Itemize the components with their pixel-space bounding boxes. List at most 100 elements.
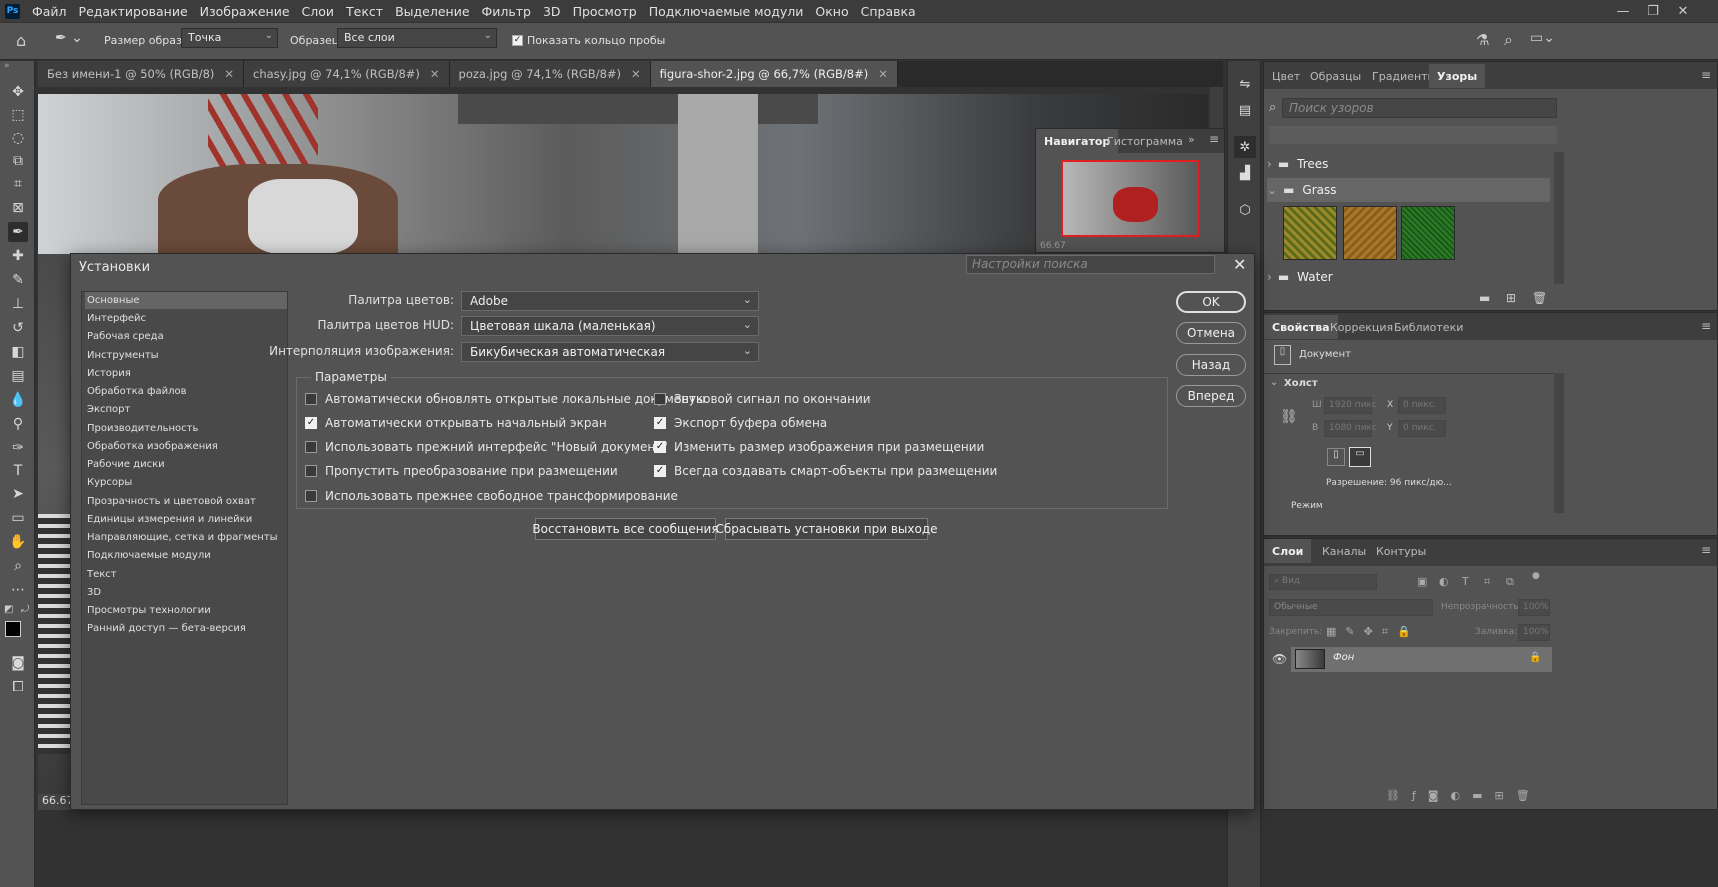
- object-selection-icon[interactable]: ⧉: [8, 151, 28, 171]
- tab-layers[interactable]: Слои: [1264, 539, 1312, 563]
- category-3d[interactable]: 3D: [85, 584, 287, 601]
- category-file-handling[interactable]: Обработка файлов: [85, 383, 287, 400]
- category-tools[interactable]: Инструменты: [85, 347, 287, 364]
- tab-libraries[interactable]: Библиотеки: [1386, 315, 1471, 339]
- history-panel-icon[interactable]: ⇋: [1234, 73, 1256, 95]
- next-button[interactable]: Вперед: [1176, 385, 1246, 407]
- comments-panel-icon[interactable]: ▤: [1234, 99, 1256, 121]
- move-tool-icon[interactable]: ✥: [8, 82, 28, 102]
- minimize-icon[interactable]: —: [1610, 0, 1636, 22]
- option-auto-update[interactable]: Автоматически обновлять открытые локальн…: [305, 392, 705, 406]
- cancel-button[interactable]: Отмена: [1176, 322, 1246, 344]
- menu-file[interactable]: Файл: [26, 4, 73, 19]
- filter-shape-icon[interactable]: ⌗: [1484, 575, 1490, 589]
- pattern-swatch-grass-3[interactable]: [1401, 206, 1455, 260]
- reset-messages-button[interactable]: Восстановить все сообщения: [532, 518, 719, 540]
- hand-tool-icon[interactable]: ✋: [8, 532, 28, 552]
- fill-input[interactable]: 100%: [1518, 624, 1550, 641]
- checkbox[interactable]: ✓: [654, 441, 666, 453]
- menu-3d[interactable]: 3D: [537, 4, 567, 19]
- lasso-tool-icon[interactable]: ◌: [8, 128, 28, 148]
- pattern-swatch-grass-1[interactable]: [1283, 206, 1337, 260]
- category-units[interactable]: Единицы измерения и линейки: [85, 511, 287, 528]
- category-performance[interactable]: Производительность: [85, 420, 287, 437]
- category-tech-previews[interactable]: Просмотры технологии: [85, 602, 287, 619]
- pattern-group-grass[interactable]: ⌄ ▬ Grass: [1267, 178, 1550, 202]
- category-cursors[interactable]: Курсоры: [85, 474, 287, 491]
- pattern-group-trees[interactable]: › ▬ Trees: [1267, 152, 1550, 176]
- checkbox[interactable]: [305, 490, 317, 502]
- trash-icon[interactable]: 🗑: [1532, 291, 1547, 305]
- tab-swatches[interactable]: Образцы: [1302, 64, 1369, 88]
- histogram-panel-icon[interactable]: ▟: [1234, 162, 1256, 184]
- type-tool-icon[interactable]: T: [8, 461, 28, 481]
- prev-button[interactable]: Назад: [1176, 354, 1246, 376]
- category-plugins[interactable]: Подключаемые модули: [85, 547, 287, 564]
- category-workspace[interactable]: Рабочая среда: [85, 328, 287, 345]
- collapse-icon[interactable]: »: [4, 61, 10, 71]
- width-input[interactable]: 1920 пикс: [1324, 397, 1377, 414]
- menu-plugins[interactable]: Подключаемые модули: [643, 4, 810, 19]
- brush-tool-icon[interactable]: ✎: [8, 270, 28, 290]
- tab-histogram[interactable]: Гистограмма: [1099, 129, 1191, 153]
- quick-mask-icon[interactable]: ◙: [8, 653, 28, 673]
- y-input[interactable]: 0 пикс.: [1398, 420, 1446, 437]
- checkbox[interactable]: [305, 465, 317, 477]
- tab-channels[interactable]: Каналы: [1314, 539, 1374, 563]
- portrait-icon[interactable]: ▯: [1327, 448, 1345, 466]
- swap-colors-icon[interactable]: ⤾: [21, 604, 29, 615]
- menu-layers[interactable]: Слои: [296, 4, 341, 19]
- gradient-tool-icon[interactable]: ▤: [8, 366, 28, 386]
- navigator-panel-icon[interactable]: ✲: [1234, 136, 1256, 158]
- category-history[interactable]: История: [85, 365, 287, 382]
- frame-tool-icon[interactable]: ⊠: [8, 198, 28, 218]
- option-beep[interactable]: Звуковой сигнал по окончании: [654, 392, 871, 406]
- tab-patterns[interactable]: Узоры: [1429, 64, 1486, 88]
- screen-mode-icon[interactable]: ⧠: [8, 677, 28, 697]
- panel-menu-icon[interactable]: ≡: [1209, 132, 1219, 146]
- settings-search-input[interactable]: Настройки поиска: [966, 255, 1215, 274]
- category-early-access[interactable]: Ранний доступ — бета-версия: [85, 620, 287, 637]
- menu-edit[interactable]: Редактирование: [73, 4, 194, 19]
- 3d-panel-icon[interactable]: ⬡: [1234, 199, 1256, 221]
- flask-icon[interactable]: ⚗: [1476, 31, 1489, 49]
- option-start-screen[interactable]: ✓ Автоматически открывать начальный экран: [305, 416, 607, 430]
- layer-filter-select[interactable]: ⌕ Вид: [1269, 574, 1377, 590]
- layer-name[interactable]: Фон: [1333, 652, 1354, 663]
- category-scratch-disks[interactable]: Рабочие диски: [85, 456, 287, 473]
- panel-menu-icon[interactable]: ≡: [1701, 68, 1711, 82]
- category-transparency[interactable]: Прозрачность и цветовой охват: [85, 493, 287, 510]
- sample-select[interactable]: Все слои ⌄: [337, 28, 497, 48]
- marquee-tool-icon[interactable]: ⬚: [8, 105, 28, 125]
- close-icon[interactable]: ✕: [878, 67, 888, 81]
- checkbox[interactable]: ✓: [305, 417, 317, 429]
- more-tools-icon[interactable]: ⋯: [8, 580, 28, 600]
- sample-size-select[interactable]: Точка ⌄: [181, 28, 278, 48]
- workspace-icon[interactable]: ▭⌄: [1530, 30, 1555, 46]
- tab-doc-2[interactable]: chasy.jpg @ 74,1% (RGB/8#) ✕: [244, 61, 450, 87]
- menu-help[interactable]: Справка: [855, 4, 922, 19]
- close-icon[interactable]: ✕: [224, 67, 234, 81]
- show-ring-checkbox[interactable]: ✓: [512, 35, 523, 46]
- checkbox[interactable]: [305, 393, 317, 405]
- new-group-icon[interactable]: ▬: [1479, 291, 1490, 305]
- category-interface[interactable]: Интерфейс: [85, 310, 287, 327]
- option-legacy-free-transform[interactable]: Использовать прежнее свободное трансформ…: [305, 489, 678, 503]
- tab-paths[interactable]: Контуры: [1368, 539, 1434, 563]
- close-icon[interactable]: ✕: [1233, 255, 1246, 274]
- menu-image[interactable]: Изображение: [194, 4, 296, 19]
- stamp-tool-icon[interactable]: ⊥: [8, 294, 28, 314]
- lock-icons[interactable]: ▦✎✥⌗🔒: [1326, 625, 1420, 639]
- blur-tool-icon[interactable]: 💧: [8, 390, 28, 410]
- pattern-group-water[interactable]: › ▬ Water: [1267, 265, 1550, 289]
- path-select-icon[interactable]: ➤: [8, 484, 28, 504]
- menu-view[interactable]: Просмотр: [567, 4, 643, 19]
- reset-on-exit-button[interactable]: Сбрасывать установки при выходе: [715, 518, 938, 540]
- option-legacy-new-doc[interactable]: Использовать прежний интерфейс "Новый до…: [305, 440, 668, 454]
- add-icon[interactable]: ⊞: [1506, 291, 1516, 305]
- history-brush-icon[interactable]: ↺: [8, 318, 28, 338]
- filter-type-icon[interactable]: T: [1462, 575, 1469, 588]
- menu-window[interactable]: Окно: [809, 4, 854, 19]
- option-skip-transform[interactable]: Пропустить преобразование при размещении: [305, 464, 618, 478]
- link-icon[interactable]: ⛓: [1280, 409, 1298, 425]
